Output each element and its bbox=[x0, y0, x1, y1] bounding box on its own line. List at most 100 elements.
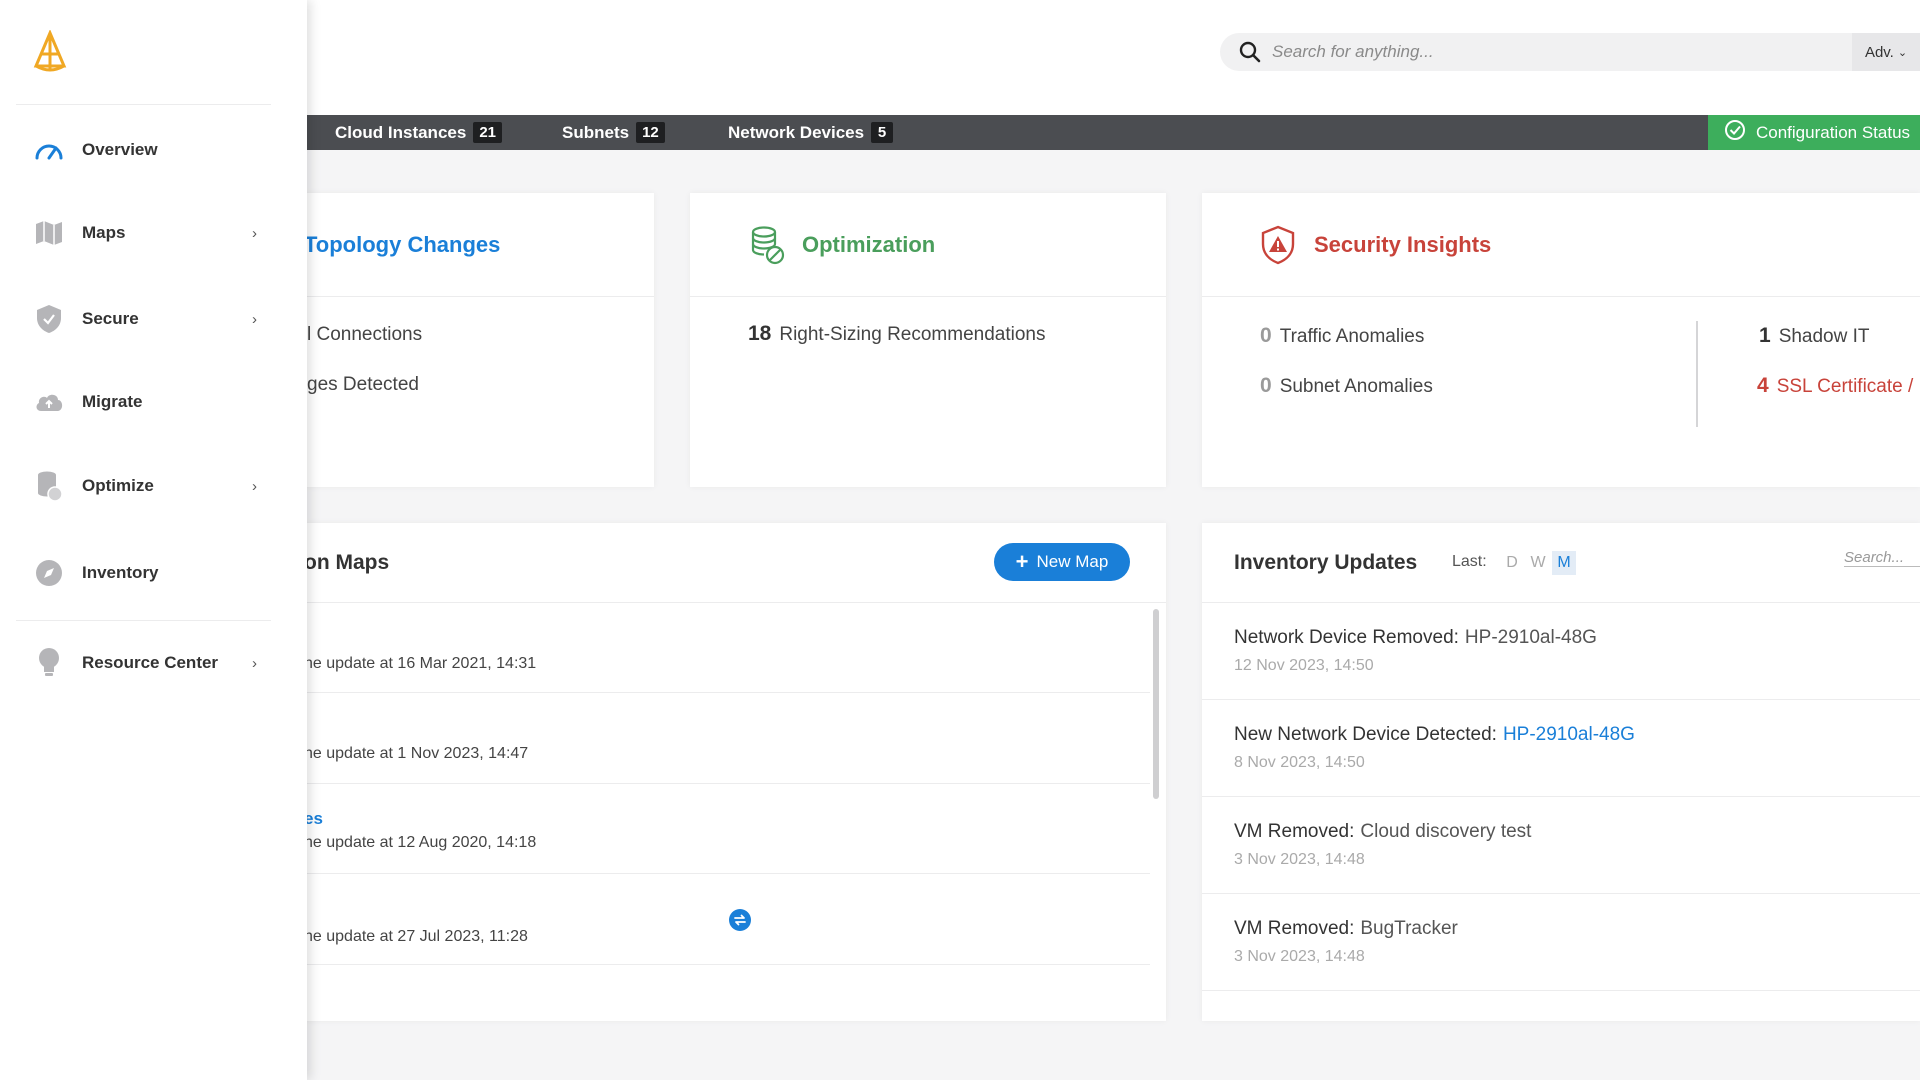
sidebar-item-optimize[interactable]: Optimize › bbox=[0, 458, 300, 514]
update-title: VM Removed: BugTracker bbox=[1234, 918, 1458, 940]
coins-icon bbox=[34, 471, 64, 502]
search-icon[interactable] bbox=[1228, 33, 1272, 71]
range-month-button[interactable]: M bbox=[1552, 551, 1576, 575]
advanced-search-button[interactable]: Adv. ⌄ bbox=[1852, 33, 1920, 71]
global-search-bar[interactable]: Adv. ⌄ bbox=[1220, 33, 1920, 71]
chevron-right-icon: › bbox=[252, 477, 257, 495]
update-label: VM Removed: bbox=[1234, 821, 1355, 842]
metric-row-shadow-it[interactable]: 1 Shadow IT bbox=[1759, 324, 1870, 348]
sidebar-item-inventory[interactable]: Inventory bbox=[0, 545, 300, 601]
metric-label: ges Detected bbox=[307, 374, 419, 395]
maps-scrollbar[interactable] bbox=[1153, 609, 1159, 799]
metric-count: 0 bbox=[1260, 324, 1272, 347]
range-label: Last: bbox=[1452, 553, 1487, 570]
search-input[interactable] bbox=[1272, 42, 1832, 62]
metric-count: 18 bbox=[748, 322, 772, 345]
range-day-button[interactable]: D bbox=[1500, 551, 1524, 575]
card-title[interactable]: Topology Changes bbox=[304, 232, 500, 258]
sidebar-divider bbox=[16, 620, 271, 621]
card-title: Inventory Updates bbox=[1234, 551, 1418, 574]
sidebar-item-overview[interactable]: Overview bbox=[0, 122, 300, 178]
maps-card: on Maps + New Map he update at 16 Mar 20… bbox=[280, 523, 1166, 1021]
inventory-update-item[interactable]: New Network Device Detected: HP-2910al-48… bbox=[1202, 700, 1920, 797]
configuration-status-button[interactable]: Configuration Status bbox=[1708, 115, 1920, 150]
map-icon bbox=[34, 218, 64, 248]
strip-item-label: Network Devices bbox=[728, 122, 865, 142]
map-update-text: he update at 16 Mar 2021, 14:31 bbox=[304, 655, 537, 672]
map-update-text: he update at 12 Aug 2020, 14:18 bbox=[304, 834, 537, 851]
range-week-button[interactable]: W bbox=[1526, 551, 1550, 575]
strip-item-subnets[interactable]: Subnets 12 bbox=[562, 115, 665, 150]
metric-row-ssl-certificate[interactable]: 4 SSL Certificate / bbox=[1757, 374, 1913, 398]
card-header: Topology Changes bbox=[280, 193, 654, 297]
metric-label: Right-Sizing Recommendations bbox=[779, 324, 1046, 345]
sidebar-item-maps[interactable]: Maps › bbox=[0, 205, 300, 261]
speedometer-icon bbox=[34, 135, 64, 165]
inventory-update-item[interactable]: Network Device Removed: HP-2910al-48G 12 … bbox=[1202, 603, 1920, 700]
lightbulb-icon bbox=[34, 648, 64, 678]
card-header: on Maps + New Map bbox=[280, 523, 1166, 603]
update-value-link[interactable]: HP-2910al-48G bbox=[1503, 724, 1635, 745]
sidebar-item-label: Secure bbox=[82, 309, 139, 328]
map-list-item[interactable]: es he update at 12 Aug 2020, 14:18 bbox=[280, 784, 1150, 874]
inventory-search-input[interactable] bbox=[1844, 549, 1920, 567]
update-title: VM Removed: Cloud discovery test bbox=[1234, 821, 1531, 843]
vertical-divider bbox=[1696, 321, 1698, 427]
update-title: Network Device Removed: HP-2910al-48G bbox=[1234, 627, 1597, 649]
metric-row-right-sizing[interactable]: 18 Right-Sizing Recommendations bbox=[748, 322, 1045, 346]
sidebar-item-migrate[interactable]: Migrate bbox=[0, 374, 300, 430]
app-logo[interactable] bbox=[30, 29, 70, 74]
card-header: Security Insights bbox=[1202, 193, 1920, 297]
security-insights-card: Security Insights 0 Traffic Anomalies 0 … bbox=[1202, 193, 1920, 487]
map-list-item[interactable]: he update at 1 Nov 2023, 14:47 bbox=[280, 693, 1150, 784]
map-update-text: he update at 1 Nov 2023, 14:47 bbox=[304, 745, 529, 762]
strip-item-network-devices[interactable]: Network Devices 5 bbox=[728, 115, 894, 150]
metric-row[interactable]: ges Detected bbox=[307, 374, 419, 396]
map-list-item[interactable]: he update at 27 Jul 2023, 11:28 bbox=[280, 874, 1150, 965]
card-title[interactable]: Optimization bbox=[802, 232, 935, 258]
update-timestamp: 3 Nov 2023, 14:48 bbox=[1234, 948, 1365, 965]
advanced-search-label: Adv. bbox=[1864, 43, 1894, 61]
sidebar-item-label: Optimize bbox=[82, 476, 154, 495]
metric-row-subnet-anomalies[interactable]: 0 Subnet Anomalies bbox=[1260, 374, 1433, 398]
count-badge: 5 bbox=[871, 122, 894, 143]
compass-icon bbox=[34, 558, 64, 588]
map-update-text: he update at 27 Jul 2023, 11:28 bbox=[304, 928, 528, 945]
sidebar-nav: Overview Maps › Secure › Migrate Optimiz… bbox=[0, 0, 307, 1080]
inventory-updates-card: Inventory Updates Last: D W M Network De… bbox=[1202, 523, 1920, 1021]
sidebar-item-resource-center[interactable]: Resource Center › bbox=[0, 635, 300, 691]
update-timestamp: 12 Nov 2023, 14:50 bbox=[1234, 657, 1374, 674]
strip-item-label: Cloud Instances bbox=[335, 122, 467, 142]
card-header: Optimization bbox=[690, 193, 1166, 297]
new-map-button[interactable]: + New Map bbox=[994, 543, 1130, 581]
card-header: Inventory Updates Last: D W M bbox=[1202, 523, 1920, 603]
sidebar-item-label: Maps bbox=[82, 223, 126, 242]
metric-count: 0 bbox=[1260, 374, 1272, 397]
metric-count: 1 bbox=[1759, 324, 1771, 347]
sync-icon[interactable] bbox=[729, 909, 751, 931]
strip-item-cloud-instances[interactable]: Cloud Instances 21 bbox=[335, 115, 502, 150]
metric-label: l Connections bbox=[307, 324, 423, 345]
update-label: Network Device Removed: bbox=[1234, 627, 1459, 648]
chevron-right-icon: › bbox=[252, 224, 257, 242]
plus-icon: + bbox=[1015, 549, 1029, 574]
configuration-status-label: Configuration Status bbox=[1756, 122, 1911, 142]
new-map-label: New Map bbox=[1036, 552, 1109, 571]
update-value: HP-2910al-48G bbox=[1464, 627, 1597, 648]
update-label: New Network Device Detected: bbox=[1234, 724, 1497, 745]
update-value: BugTracker bbox=[1360, 918, 1458, 939]
count-badge: 12 bbox=[636, 122, 665, 143]
metric-row[interactable]: l Connections bbox=[307, 324, 422, 346]
metric-label: SSL Certificate / bbox=[1776, 376, 1914, 397]
sidebar-item-secure[interactable]: Secure › bbox=[0, 291, 300, 347]
inventory-update-item[interactable]: VM Removed: BugTracker 3 Nov 2023, 14:48 bbox=[1202, 894, 1920, 991]
metric-label: Shadow IT bbox=[1778, 326, 1870, 347]
update-timestamp: 8 Nov 2023, 14:50 bbox=[1234, 754, 1365, 771]
inventory-update-item[interactable]: VM Removed: Cloud discovery test 3 Nov 20… bbox=[1202, 797, 1920, 894]
sidebar-item-label: Migrate bbox=[82, 392, 143, 411]
card-title[interactable]: Security Insights bbox=[1314, 232, 1491, 258]
update-timestamp: 3 Nov 2023, 14:48 bbox=[1234, 851, 1365, 868]
metric-row-traffic-anomalies[interactable]: 0 Traffic Anomalies bbox=[1260, 324, 1424, 348]
metric-count: 4 bbox=[1757, 374, 1769, 397]
map-list-item[interactable]: he update at 16 Mar 2021, 14:31 bbox=[280, 603, 1150, 693]
